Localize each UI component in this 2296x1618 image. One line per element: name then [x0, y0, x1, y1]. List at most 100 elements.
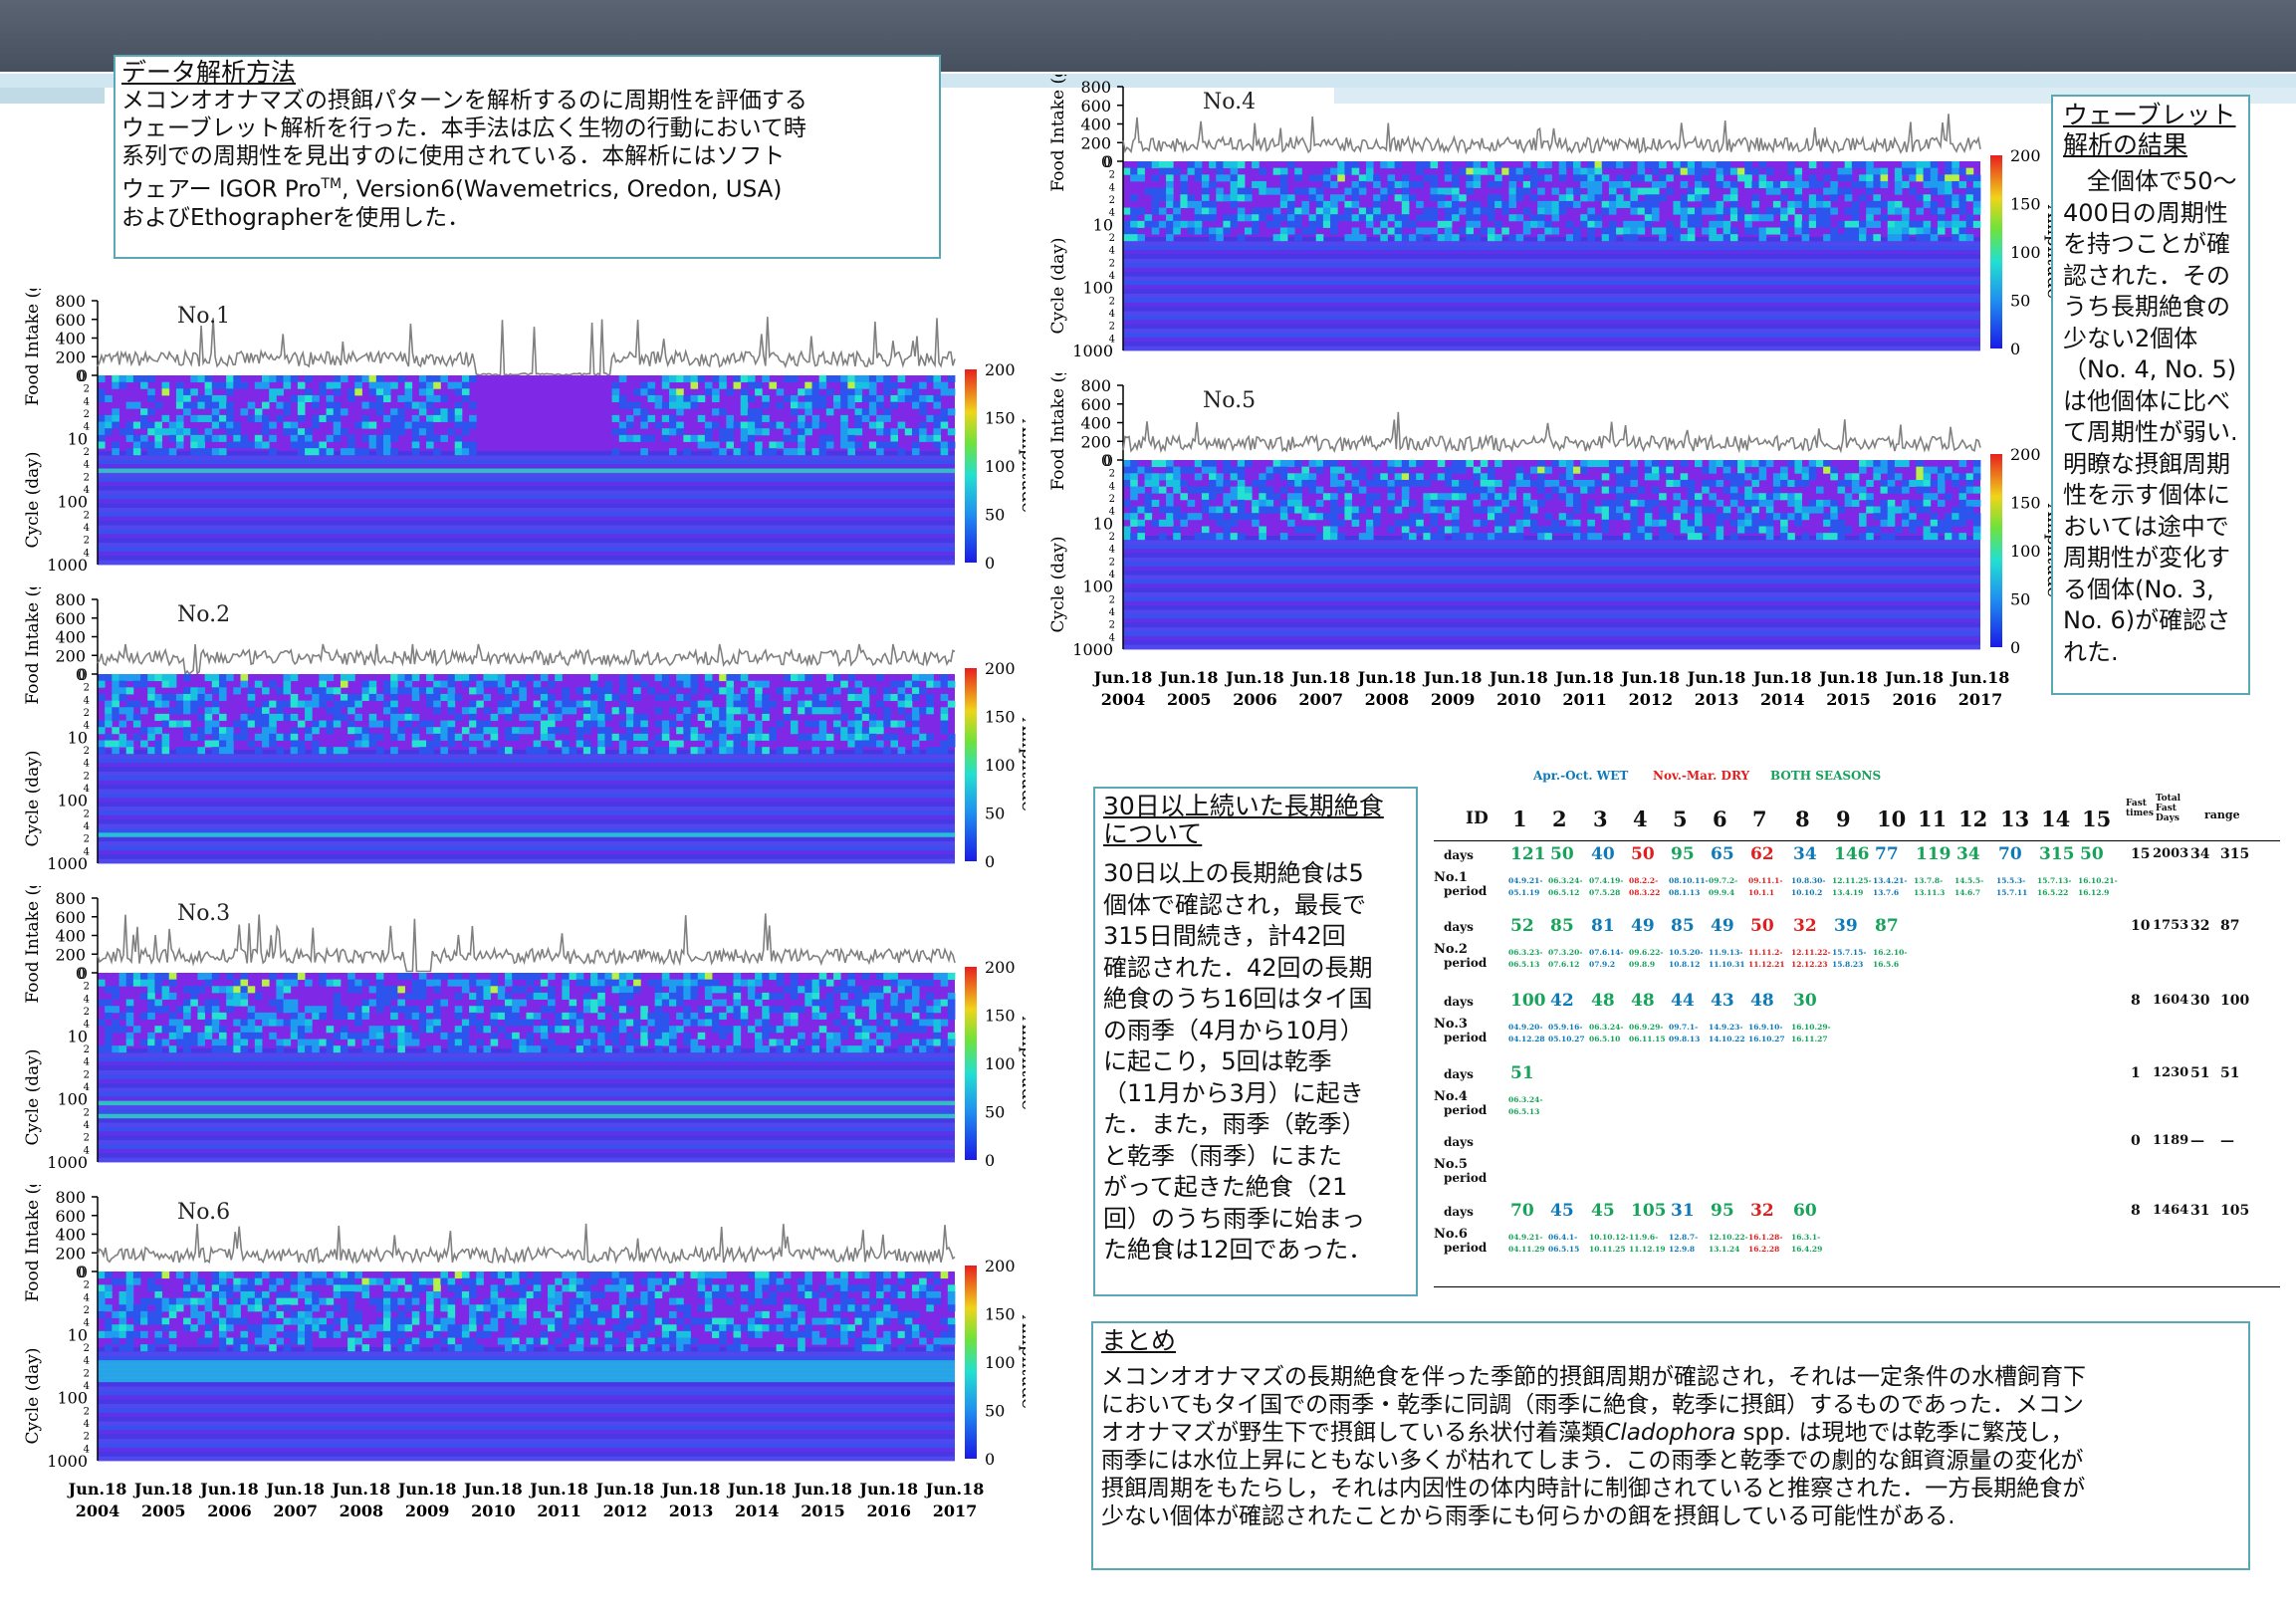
- heatmap-band: [98, 1417, 955, 1423]
- heatmap-cell: [1729, 460, 1738, 468]
- heatmap-cell: [1473, 180, 1482, 188]
- heatmap-cell: [98, 1297, 106, 1305]
- panel-label: No.3: [177, 901, 230, 926]
- heatmap-cell: [118, 687, 127, 695]
- heatmap-cell: [269, 1019, 277, 1027]
- heatmap-cell: [347, 448, 355, 456]
- heatmap-cell: [254, 414, 263, 422]
- heatmap-cell: [1330, 506, 1338, 514]
- heatmap-cell: [911, 1324, 920, 1332]
- heatmap-cell: [1887, 220, 1896, 228]
- heatmap-cell: [840, 428, 848, 436]
- heatmap-cell: [1259, 479, 1266, 487]
- heatmap-cell: [661, 1284, 670, 1292]
- heatmap-cell: [1608, 466, 1617, 474]
- heatmap-cell: [1394, 227, 1403, 235]
- heatmap-cell: [312, 687, 320, 695]
- heatmap-cell: [190, 441, 198, 449]
- heatmap-cell: [105, 1330, 113, 1338]
- heatmap-cell: [1459, 167, 1467, 175]
- body-line: る個体(No. 3,: [2063, 575, 2214, 603]
- heatmap-cell: [1287, 200, 1295, 208]
- heatmap-band: [1123, 613, 1980, 619]
- heatmap-cell: [1544, 526, 1552, 534]
- heatmap-cell: [755, 441, 763, 449]
- cycle-minor-tick: 2: [1109, 233, 1115, 244]
- heatmap-cell: [211, 1310, 220, 1318]
- heatmap-cell: [947, 1284, 956, 1292]
- heatmap-cell: [1880, 167, 1889, 175]
- heatmap-cell: [1522, 519, 1531, 527]
- heatmap-cell: [1930, 187, 1939, 195]
- heatmap-cell: [1702, 161, 1710, 169]
- heatmap-cell: [1587, 187, 1595, 195]
- heatmap-cell: [361, 1290, 370, 1298]
- heatmap-cell: [183, 1297, 191, 1305]
- heatmap-cell: [1430, 519, 1439, 527]
- heatmap-cell: [1216, 174, 1224, 182]
- heatmap-cell: [433, 1012, 441, 1020]
- xtick-label: Jun.18: [264, 1480, 325, 1499]
- heatmap-cell: [254, 1271, 263, 1279]
- heatmap-cell: [1687, 526, 1696, 534]
- heatmap-cell: [562, 986, 570, 994]
- cycle-minor-tick: 4: [84, 994, 90, 1005]
- heatmap-cell: [226, 1006, 234, 1014]
- heatmap-cell: [132, 674, 141, 682]
- heatmap-cell: [1722, 513, 1731, 521]
- heatmap-cell: [704, 1290, 713, 1298]
- heatmap-cell: [1494, 234, 1502, 242]
- heatmap-cell: [933, 1006, 942, 1014]
- heatmap-cell: [98, 1045, 106, 1053]
- heatmap-cell: [704, 713, 713, 721]
- heatmap-cell: [147, 700, 155, 708]
- heatmap-cell: [783, 1019, 792, 1027]
- heatmap-cell: [404, 1304, 413, 1312]
- heatmap-band: [98, 1386, 955, 1392]
- heatmap-cell: [190, 1304, 198, 1312]
- heatmap-cell: [776, 401, 785, 409]
- heatmap-cell: [1166, 499, 1174, 507]
- heatmap-cell: [611, 388, 620, 396]
- food-ylabel: Food Intake (g): [1048, 75, 1068, 192]
- heatmap-cell: [454, 713, 463, 721]
- heatmap-cell: [1279, 180, 1288, 188]
- heatmap-cell: [361, 434, 370, 442]
- heatmap-cell: [154, 979, 162, 987]
- heatmap-cell: [1308, 220, 1317, 228]
- heatmap-cell: [804, 1290, 812, 1298]
- heatmap-cell: [254, 733, 263, 741]
- heatmap-cell: [1729, 214, 1738, 222]
- cycle-minor-tick: 2: [1109, 195, 1115, 206]
- heatmap-cell: [347, 1277, 355, 1285]
- heatmap-cell: [1722, 161, 1731, 169]
- heatmap-cell: [347, 1290, 355, 1298]
- heatmap-cell: [147, 1344, 155, 1352]
- heatmap-cell: [269, 388, 277, 396]
- heatmap-cell: [1322, 207, 1331, 215]
- heatmap-cell: [512, 1310, 520, 1318]
- heatmap-cell: [390, 693, 398, 701]
- heatmap-cell: [1330, 200, 1338, 208]
- heatmap-cell: [897, 1045, 906, 1053]
- heatmap-cell: [440, 1277, 448, 1285]
- heatmap-cell: [790, 1006, 799, 1014]
- heatmap-cell: [1272, 207, 1281, 215]
- heatmap-cell: [283, 979, 292, 987]
- heatmap-cell: [1744, 174, 1752, 182]
- heatmap-cell: [654, 421, 663, 429]
- heatmap-cell: [733, 999, 742, 1007]
- heatmap-cell: [183, 1317, 191, 1325]
- heatmap-cell: [1358, 174, 1367, 182]
- heatmap-cell: [269, 394, 277, 402]
- heatmap-cell: [712, 747, 720, 755]
- heatmap-cell: [354, 1032, 362, 1040]
- heatmap-cell: [712, 1330, 720, 1338]
- heatmap-cell: [575, 1337, 584, 1345]
- heatmap-cell: [783, 1284, 792, 1292]
- heatmap-cell: [1551, 519, 1560, 527]
- heatmap-cell: [719, 1026, 727, 1034]
- heatmap-cell: [933, 1297, 942, 1305]
- heatmap-cell: [825, 687, 834, 695]
- heatmap-cell: [1623, 187, 1631, 195]
